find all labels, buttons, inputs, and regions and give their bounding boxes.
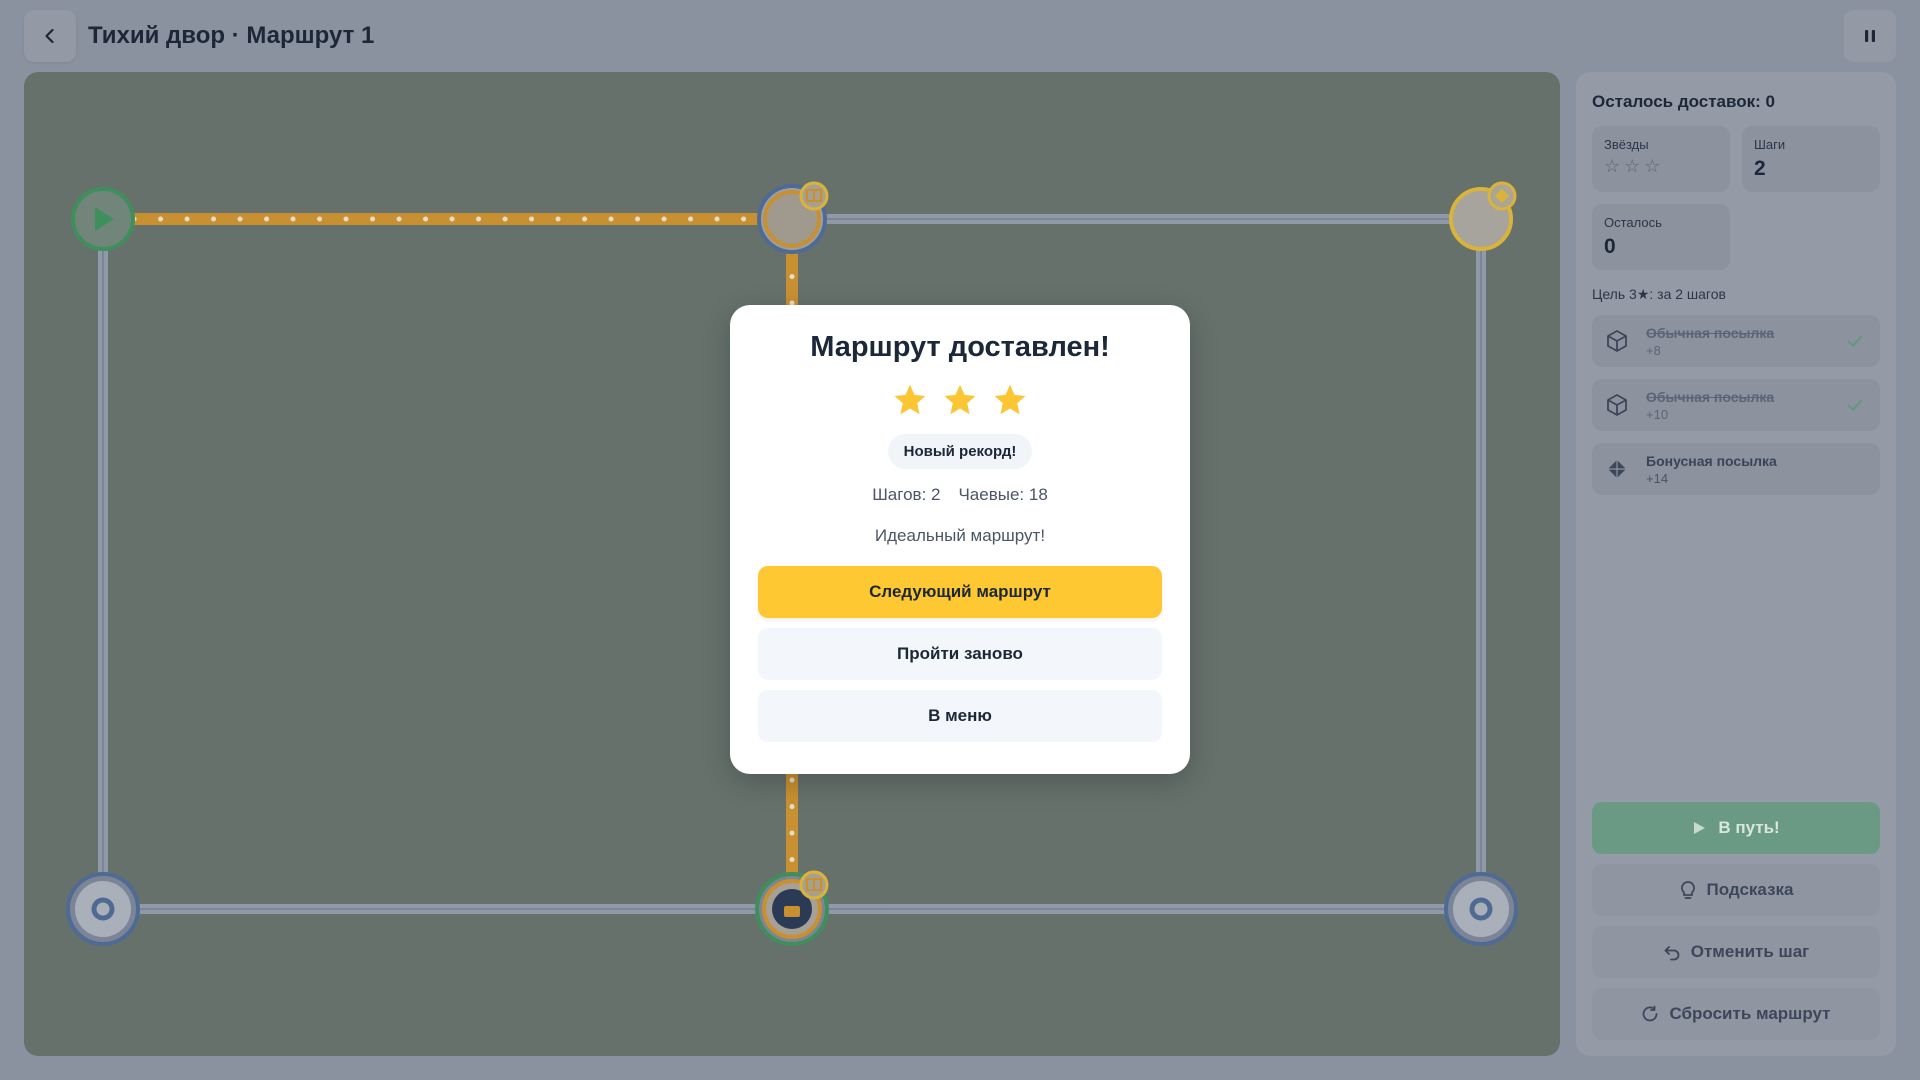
new-record-badge: Новый рекорд! <box>887 434 1033 469</box>
check-icon <box>1848 336 1862 347</box>
parcel-marker-icon <box>799 870 829 900</box>
start-route-label: В путь! <box>1718 818 1780 837</box>
parcel-marker-icon <box>799 181 829 211</box>
node-pickup-top[interactable] <box>757 181 829 254</box>
undo-icon <box>1664 946 1680 961</box>
star-icon <box>894 384 926 415</box>
parcel-item[interactable]: Обычная посылка +10 <box>1592 379 1880 431</box>
dialog-title: Маршрут доставлен! <box>810 331 1110 363</box>
box-icon <box>1604 328 1630 354</box>
node-bottom-left[interactable] <box>66 872 140 946</box>
refresh-icon <box>1643 1005 1658 1022</box>
star-outline-icon: ☆ <box>1624 156 1641 176</box>
next-route-button[interactable]: Следующий маршрут <box>758 566 1162 618</box>
play-icon <box>1694 822 1706 834</box>
page-title: Тихий двор · Маршрут 1 <box>88 22 375 49</box>
node-courier[interactable] <box>755 870 829 946</box>
hint-label: Подсказка <box>1706 880 1794 899</box>
route-complete-dialog: Маршрут доставлен! Новый рекорд! Шагов: … <box>730 305 1190 774</box>
node-bottom-right[interactable] <box>1444 872 1518 946</box>
star-outline-icon: ☆ <box>1604 156 1621 176</box>
reset-route-button[interactable]: Сбросить маршрут <box>1592 988 1880 1040</box>
parcel-bonus: +14 <box>1646 470 1669 486</box>
hint-button[interactable]: Подсказка <box>1592 864 1880 916</box>
diamond-marker-icon <box>1487 181 1517 211</box>
deliveries-left: Осталось доставок: 0 <box>1592 92 1775 111</box>
stat-label: Звёзды <box>1604 137 1649 152</box>
parcel-item[interactable]: Обычная посылка +8 <box>1592 315 1880 367</box>
stat-stars: Звёзды ☆ ☆ ☆ <box>1592 126 1730 192</box>
pause-icon <box>1865 30 1875 42</box>
stars-rating: ☆ ☆ ☆ <box>1604 156 1718 177</box>
pause-button[interactable] <box>1844 10 1896 62</box>
undo-button[interactable]: Отменить шаг <box>1592 926 1880 978</box>
star-icon <box>944 384 976 415</box>
diamond-icon <box>1604 456 1630 482</box>
side-panel: Осталось доставок: 0 Звёзды ☆ ☆ ☆ Шаги 2… <box>1576 72 1896 1056</box>
tips-count: Чаевые: 18 <box>958 485 1048 504</box>
earned-stars <box>730 382 1190 418</box>
start-route-button[interactable]: В путь! <box>1592 802 1880 854</box>
lightbulb-icon <box>1680 881 1695 899</box>
star-icon <box>994 384 1026 415</box>
stat-label: Осталось <box>1604 215 1662 230</box>
stat-value: 2 <box>1754 157 1766 180</box>
check-icon <box>1848 400 1862 411</box>
result-message: Идеальный маршрут! <box>874 526 1046 545</box>
back-button[interactable] <box>24 10 76 62</box>
stat-value: 0 <box>1604 235 1616 258</box>
parcel-bonus: +10 <box>1646 406 1669 422</box>
parcel-bonus: +8 <box>1646 342 1661 358</box>
parcel-name: Обычная посылка <box>1646 324 1775 341</box>
planned-route <box>103 213 798 909</box>
parcel-name: Обычная посылка <box>1646 388 1775 405</box>
undo-label: Отменить шаг <box>1690 942 1810 961</box>
menu-button[interactable]: В меню <box>758 690 1162 742</box>
node-bonus-top-right[interactable] <box>1449 181 1517 251</box>
box-icon <box>1604 392 1630 418</box>
retry-button[interactable]: Пройти заново <box>758 628 1162 680</box>
node-start[interactable] <box>71 187 135 251</box>
goal-text: Цель 3★: за 2 шагов <box>1592 286 1726 302</box>
stat-steps: Шаги 2 <box>1742 126 1880 192</box>
parcel-name: Бонусная посылка <box>1646 452 1777 469</box>
parcel-item[interactable]: Бонусная посылка +14 <box>1592 443 1880 495</box>
reset-route-label: Сбросить маршрут <box>1669 1004 1831 1023</box>
stat-left: Осталось 0 <box>1592 204 1730 270</box>
stat-label: Шаги <box>1754 137 1786 152</box>
chevron-left-icon <box>45 28 54 44</box>
star-outline-icon: ☆ <box>1644 156 1661 176</box>
steps-count: Шагов: 2 <box>872 485 941 504</box>
